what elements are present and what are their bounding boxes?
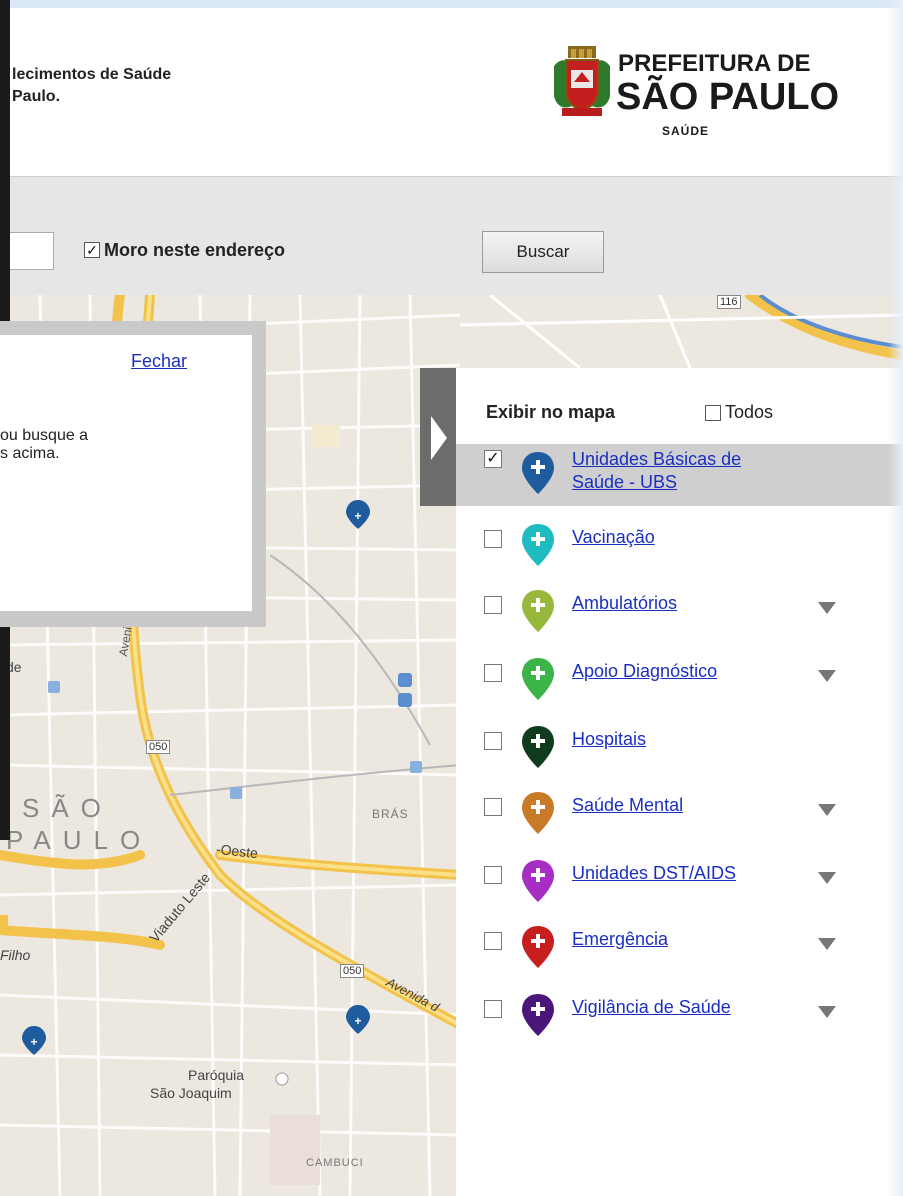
todos-label: Todos [725, 402, 774, 422]
category-checkbox[interactable] [484, 596, 502, 614]
expand-arrow-icon[interactable] [818, 1006, 836, 1018]
map-label-paroquia: Paróquia [188, 1067, 245, 1083]
category-checkbox[interactable] [484, 732, 502, 750]
category-link[interactable]: Vacinação [572, 526, 655, 549]
expand-arrow-icon[interactable] [818, 670, 836, 682]
map-area-top-right[interactable]: 116 [460, 295, 903, 368]
map-label-filho: Filho [0, 947, 31, 963]
category-link[interactable]: Hospitais [572, 728, 646, 751]
category-row[interactable]: Saúde Mental [456, 788, 903, 838]
popup-text: ou busque a s acima. [0, 427, 89, 462]
category-row[interactable]: Ambulatórios [456, 586, 903, 636]
svg-text:+: + [354, 1014, 361, 1028]
dst-aids-pin-icon [522, 860, 554, 902]
category-checkbox[interactable] [484, 530, 502, 548]
vacinacao-pin-icon [522, 524, 554, 566]
ambulatorios-pin-icon [522, 590, 554, 632]
expand-arrow-icon[interactable] [818, 602, 836, 614]
ubs-map-pin-icon[interactable]: + [346, 500, 370, 529]
svg-text:+: + [30, 1035, 37, 1049]
category-row[interactable]: Apoio Diagnóstico [456, 654, 903, 704]
category-link[interactable]: Apoio Diagnóstico [572, 660, 717, 683]
chevron-right-icon [431, 416, 447, 460]
expand-arrow-icon[interactable] [818, 938, 836, 950]
svg-text:+: + [354, 509, 361, 523]
category-panel: Exibir no mapa Todos ✓ Unidades Básicas d… [456, 368, 903, 1196]
panel-title: Exibir no mapa [486, 402, 616, 422]
category-link[interactable]: Unidades Básicas de Saúde - UBS [572, 448, 741, 494]
expand-arrow-icon[interactable] [818, 804, 836, 816]
top-band [0, 0, 903, 8]
right-edge-decoration [888, 0, 903, 1196]
search-bar: ✓ Moro neste endereço Buscar [0, 177, 903, 295]
moro-neste-endereco-option[interactable]: ✓ Moro neste endereço [84, 237, 285, 263]
moro-label: Moro neste endereço [104, 239, 286, 260]
category-link[interactable]: Emergência [572, 928, 668, 951]
category-checkbox[interactable]: ✓ [484, 450, 502, 468]
category-checkbox[interactable] [484, 664, 502, 682]
route-050-shield: 050 [340, 964, 365, 978]
logo-line-2: SÃO PAULO [616, 76, 840, 118]
route-050-shield: 050 [146, 740, 171, 754]
map-label-paulo: PAULO [6, 825, 153, 855]
map-label-sao: SÃO [22, 793, 113, 823]
map-label-bras: BRÁS [372, 807, 409, 821]
category-row[interactable]: Vacinação [456, 520, 903, 570]
expand-arrow-icon[interactable] [818, 872, 836, 884]
category-checkbox[interactable] [484, 798, 502, 816]
route-116-shield: 116 [717, 295, 741, 309]
map-streets-top-right [460, 295, 903, 368]
sao-paulo-crest-icon [554, 46, 610, 116]
category-link[interactable]: Vigilância de Saúde [572, 996, 731, 1019]
category-checkbox[interactable] [484, 1000, 502, 1018]
saude-mental-pin-icon [522, 792, 554, 834]
logo-line-1: PREFEITURA DE [618, 50, 811, 77]
category-row[interactable]: Emergência [456, 922, 903, 972]
ubs-map-pin-icon[interactable]: + [22, 1026, 46, 1055]
prefeitura-logo[interactable]: PREFEITURA DE SÃO PAULO SAÚDE [552, 40, 842, 150]
ubs-map-pin-icon[interactable]: + [346, 1005, 370, 1034]
hospitais-pin-icon [522, 726, 554, 768]
moro-checkbox[interactable]: ✓ [84, 242, 100, 258]
category-link[interactable]: Saúde Mental [572, 794, 683, 817]
header-subtitle: lecimentos de Saúde Paulo. [12, 66, 172, 105]
todos-checkbox[interactable] [705, 404, 721, 421]
emergencia-pin-icon [522, 926, 554, 968]
category-link[interactable]: Unidades DST/AIDS [572, 862, 736, 885]
panel-toggle-button[interactable] [420, 368, 456, 506]
page-header: lecimentos de Saúde Paulo. PREFEITURA DE… [0, 8, 903, 177]
ubs-pin-icon [522, 452, 554, 494]
category-checkbox[interactable] [484, 866, 502, 884]
category-row[interactable]: Unidades DST/AIDS [456, 856, 903, 906]
todos-option[interactable]: Todos [705, 402, 773, 423]
category-row[interactable]: Hospitais [456, 722, 903, 772]
map-label-cambuci: CAMBUCI [306, 1157, 364, 1169]
category-checkbox[interactable] [484, 932, 502, 950]
map-label-sao-joaquim: São Joaquim [150, 1085, 232, 1101]
vigilancia-pin-icon [522, 994, 554, 1036]
apoio-diagnostico-pin-icon [522, 658, 554, 700]
logo-line-3: SAÚDE [662, 124, 710, 138]
fechar-link[interactable]: Fechar [131, 351, 187, 372]
buscar-button[interactable]: Buscar [482, 231, 604, 273]
category-row[interactable]: Vigilância de Saúde [456, 990, 903, 1040]
info-popup: Fechar ou busque a s acima. [0, 335, 252, 611]
category-link[interactable]: Ambulatórios [572, 592, 677, 615]
category-row[interactable]: ✓ Unidades Básicas de Saúde - UBS [456, 444, 903, 506]
